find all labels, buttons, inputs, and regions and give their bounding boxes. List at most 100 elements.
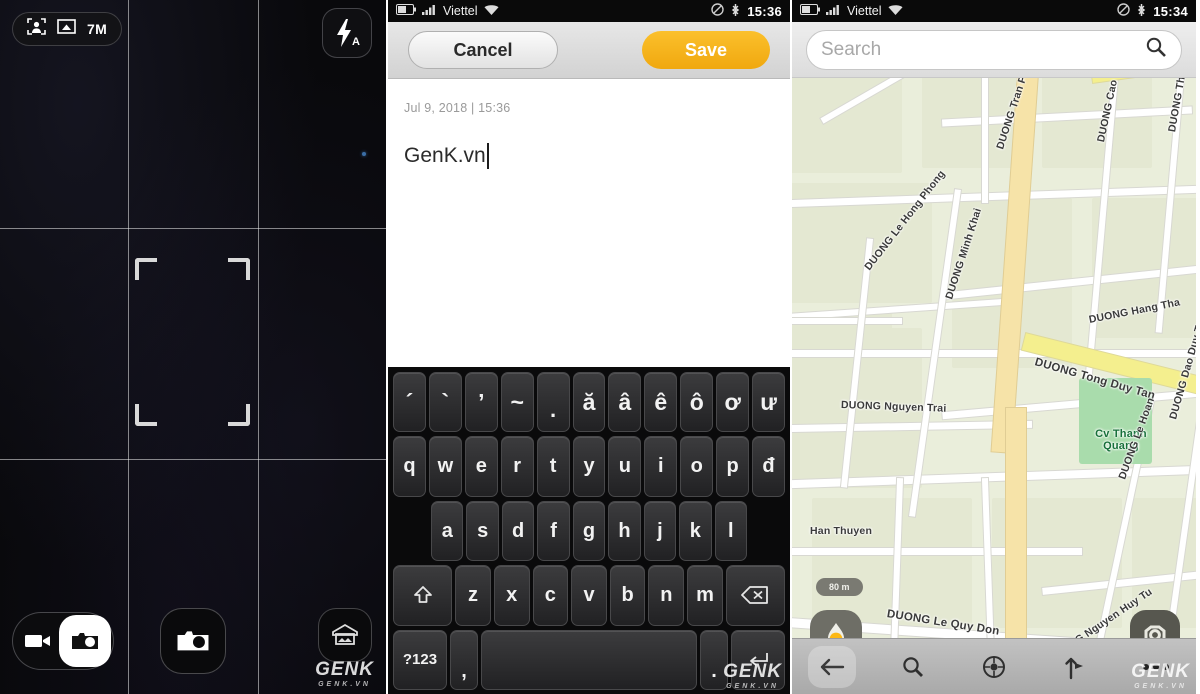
key-o-horn[interactable]: ơ [716, 372, 750, 433]
key-e-circumflex[interactable]: ê [644, 372, 678, 433]
space-key[interactable] [480, 629, 698, 691]
search-placeholder: Search [821, 38, 882, 60]
camera-resolution-label: 7M [87, 21, 108, 37]
flash-mode-button[interactable]: A [322, 8, 372, 58]
key-h[interactable]: h [608, 500, 641, 562]
key-p[interactable]: p [716, 436, 750, 497]
camera-viewfinder-panel: 7M A GENK GENK.VN [0, 0, 388, 694]
photo-mode-button[interactable] [59, 615, 111, 667]
directions-icon [1065, 657, 1083, 679]
key-z[interactable]: z [455, 565, 491, 626]
key-q[interactable]: q [393, 436, 426, 497]
search-input[interactable]: Search [806, 29, 1182, 70]
key-y[interactable]: y [572, 436, 606, 497]
camera-controls-bar: GENK GENK.VN [0, 594, 386, 694]
battery-icon [396, 4, 416, 18]
key-a[interactable]: a [431, 500, 464, 562]
enter-icon [750, 652, 768, 666]
key-d[interactable]: d [501, 500, 535, 562]
key-r[interactable]: r [500, 436, 534, 497]
key-t[interactable]: t [536, 436, 570, 497]
capture-mode-toggle[interactable] [12, 612, 114, 670]
enter-key[interactable] [731, 629, 785, 691]
key-x[interactable]: x [493, 565, 530, 626]
key-i[interactable]: i [644, 436, 678, 497]
map-back-button[interactable] [792, 645, 873, 688]
gallery-button[interactable] [318, 608, 372, 662]
map-search-bar: Search [792, 22, 1196, 78]
key-o[interactable]: o [680, 436, 714, 497]
map-search-button[interactable] [873, 655, 954, 679]
symbols-key[interactable]: ?123 [393, 629, 447, 691]
my-location-icon [982, 655, 1005, 678]
key-d-stroke[interactable]: đ [752, 436, 785, 497]
comma-key[interactable]: , [449, 629, 478, 691]
silent-mode-icon [711, 3, 724, 19]
key-acute[interactable]: ´ [393, 372, 426, 433]
note-body[interactable]: Jul 9, 2018 | 15:36 GenK.vn [388, 79, 790, 367]
key-e[interactable]: e [464, 436, 498, 497]
key-grave[interactable]: ` [428, 372, 462, 433]
save-button[interactable]: Save [642, 31, 770, 69]
key-w[interactable]: w [428, 436, 462, 497]
shift-key[interactable] [392, 565, 453, 626]
key-c[interactable]: c [532, 565, 569, 626]
key-b[interactable]: b [609, 565, 646, 626]
key-hook-above[interactable]: ʼ [464, 372, 498, 433]
key-g[interactable]: g [572, 500, 606, 562]
key-n[interactable]: n [648, 565, 685, 626]
map-scale-indicator: 80 m [816, 578, 863, 596]
key-k[interactable]: k [679, 500, 712, 562]
focus-bracket-bottom-left [135, 404, 157, 426]
map-canvas[interactable]: DUONG Tran Phu DUONG Le Hong Phong DUONG… [792, 78, 1196, 694]
watermark-sub: GENK.VN [318, 681, 371, 688]
key-j[interactable]: j [643, 500, 677, 562]
video-mode-button[interactable] [13, 632, 63, 650]
virtual-keyboard: ´ ` ʼ ~ . ă â ê ô ơ ư q w e r t y u i o … [388, 367, 790, 694]
backspace-key[interactable] [725, 565, 786, 626]
note-toolbar: Cancel Save [388, 22, 790, 79]
map-status-bar: Viettel 15:34 [792, 0, 1196, 22]
key-tilde[interactable]: ~ [500, 372, 534, 433]
camera-settings-badge[interactable]: 7M [12, 12, 123, 46]
key-dot-below[interactable]: . [536, 372, 570, 433]
key-l[interactable]: l [714, 500, 747, 562]
maps-panel: Viettel 15:34 Search DUONG Tran Phu DUON… [792, 0, 1196, 694]
clock-label: 15:36 [747, 3, 782, 19]
text-caret [486, 143, 489, 169]
keyboard-row-qwerty: q w e r t y u i o p đ [391, 436, 787, 497]
key-a-breve[interactable]: ă [572, 372, 606, 433]
grid-line-horizontal-2 [0, 459, 386, 460]
signal-bars-icon [826, 4, 841, 18]
carrier-label: Viettel [443, 4, 478, 18]
street-label: Han Thuyen [810, 525, 873, 537]
note-status-bar: Viettel 15:36 [388, 0, 790, 22]
cancel-button[interactable]: Cancel [408, 31, 558, 69]
shutter-button[interactable] [160, 608, 226, 674]
key-u-horn[interactable]: ư [752, 372, 785, 433]
grid-line-vertical-2 [258, 0, 259, 694]
note-text-value: GenK.vn [404, 144, 486, 167]
screenshot-stage: 7M A GENK GENK.VN Viettel 15:36 Cancel S… [0, 0, 1200, 694]
key-s[interactable]: s [466, 500, 499, 562]
genk-watermark: GENK GENK.VN [315, 660, 374, 688]
key-f[interactable]: f [537, 500, 570, 562]
battery-icon [800, 4, 820, 18]
signal-bars-icon [422, 4, 437, 18]
key-o-circumflex[interactable]: ô [680, 372, 714, 433]
map-directions-button[interactable] [1034, 654, 1115, 680]
period-key[interactable]: . [700, 629, 728, 691]
wifi-icon [888, 4, 903, 19]
map-more-button[interactable] [1115, 663, 1196, 670]
note-text-field[interactable]: GenK.vn [404, 143, 774, 169]
carrier-label: Viettel [847, 4, 882, 18]
watermark-main: GENK [315, 659, 374, 680]
map-my-location-button[interactable] [954, 654, 1035, 680]
key-a-circumflex[interactable]: â [608, 372, 642, 433]
key-u[interactable]: u [608, 436, 642, 497]
key-v[interactable]: v [571, 565, 607, 626]
watermark-sub: GENK.VN [1134, 683, 1187, 690]
flash-auto-icon: A [337, 19, 360, 48]
search-icon[interactable] [1145, 36, 1167, 63]
key-m[interactable]: m [687, 565, 723, 626]
